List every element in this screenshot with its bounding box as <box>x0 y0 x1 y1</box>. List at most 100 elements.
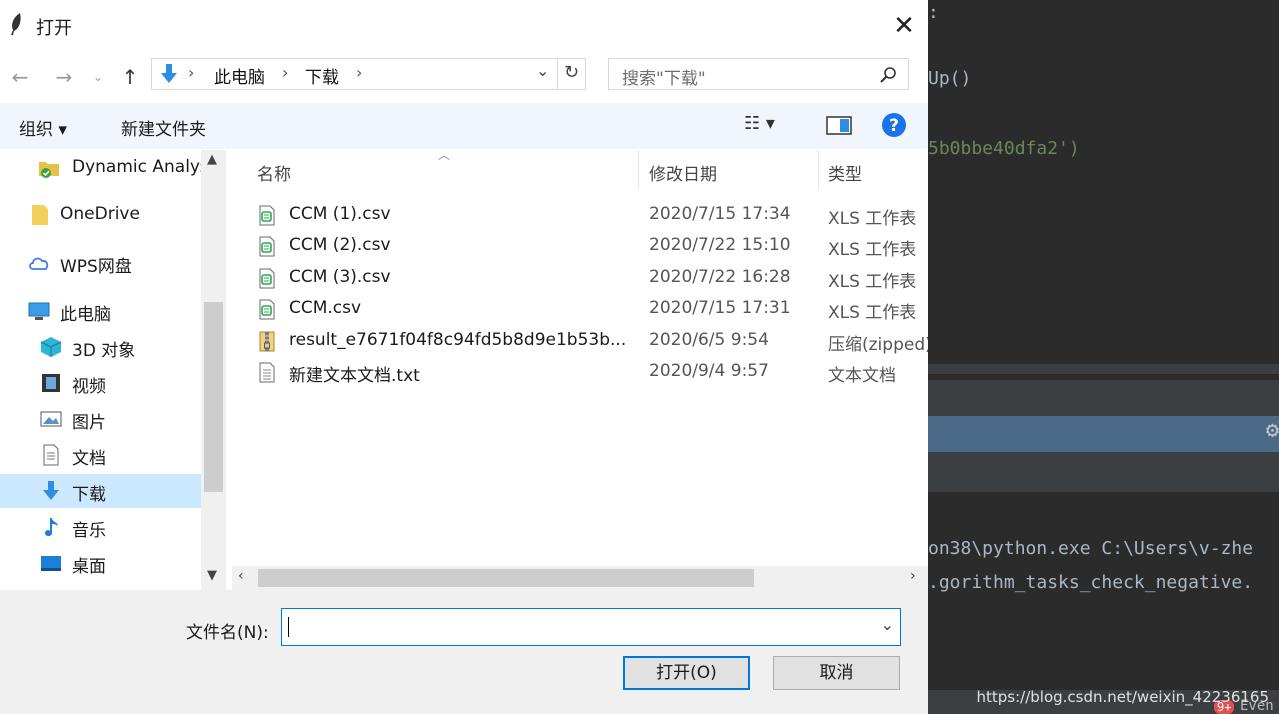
folder-check-icon <box>39 162 59 178</box>
file-row[interactable]: CCM (3).csv 2020/7/22 16:28 XLS 工作表 <box>232 263 928 294</box>
column-header-date[interactable]: 修改日期 <box>649 160 717 185</box>
nav-item-label: Dynamic Analy: <box>72 157 205 177</box>
folder-icon <box>32 205 48 225</box>
file-row[interactable]: CCM (2).csv 2020/7/22 15:10 XLS 工作表 <box>232 231 928 262</box>
document-icon <box>43 444 59 466</box>
breadcrumb-chevron-icon: › <box>188 63 195 82</box>
close-button[interactable]: ✕ <box>880 6 928 46</box>
file-row[interactable]: result_e7671f04f8c94fd5b8d9e1b53b... 202… <box>232 326 928 357</box>
file-row[interactable]: CCM.csv 2020/7/15 17:31 XLS 工作表 <box>232 294 928 325</box>
watermark-url: https://blog.csdn.net/weixin_42236165 <box>976 688 1269 706</box>
file-name: CCM (1).csv <box>289 204 391 224</box>
csv-file-icon <box>259 299 275 320</box>
search-box[interactable]: 搜索"下载" <box>608 58 909 90</box>
breadcrumb-chevron-icon: › <box>356 63 363 82</box>
nav-item-3d-objects[interactable]: 3D 对象 <box>0 330 201 364</box>
nav-item-label: 此电脑 <box>60 305 111 325</box>
recent-locations-button[interactable]: ⌄ <box>88 66 108 88</box>
scroll-right-icon[interactable]: › <box>910 568 916 584</box>
file-row[interactable]: CCM (1).csv 2020/7/15 17:34 XLS 工作表 <box>232 200 928 231</box>
scrollbar-thumb[interactable] <box>204 302 223 492</box>
forward-button[interactable]: → <box>52 66 76 88</box>
cube-icon <box>40 337 62 357</box>
preview-pane-icon[interactable] <box>826 115 852 137</box>
file-date: 2020/9/4 9:57 <box>649 361 769 381</box>
zip-file-icon <box>259 331 275 352</box>
nav-item-this-pc[interactable]: 此电脑 <box>0 294 201 328</box>
open-file-dialog: 打开 ✕ ← → ⌄ ↑ › 此电脑 › 下载 › ⌄ ↻ 搜索"下载" 组织 … <box>0 0 928 714</box>
breadcrumb-downloads[interactable]: 下载 <box>305 63 339 88</box>
nav-item-downloads[interactable]: 下载 <box>0 474 201 508</box>
nav-item-dynamic-analysis[interactable]: Dynamic Analy: <box>0 151 205 185</box>
file-name: CCM (2).csv <box>289 235 391 255</box>
nav-item-label: OneDrive <box>60 204 140 224</box>
code-line: Up() <box>928 68 972 89</box>
help-icon[interactable]: ? <box>881 112 907 138</box>
code-line: : <box>928 2 939 23</box>
cancel-button[interactable]: 取消 <box>773 656 900 690</box>
view-options-icon[interactable]: ☷ ▾ <box>744 113 775 134</box>
column-divider[interactable] <box>818 150 819 190</box>
nav-item-videos[interactable]: 视频 <box>0 366 201 400</box>
file-name: result_e7671f04f8c94fd5b8d9e1b53b... <box>289 330 625 350</box>
refresh-icon[interactable]: ↻ <box>564 62 579 83</box>
file-date: 2020/7/15 17:34 <box>649 204 791 224</box>
breadcrumb-this-pc[interactable]: 此电脑 <box>214 63 265 88</box>
close-icon: ✕ <box>893 11 915 41</box>
nav-item-pictures[interactable]: 图片 <box>0 402 201 436</box>
new-folder-button[interactable]: 新建文件夹 <box>121 115 206 140</box>
navigation-scrollbar[interactable]: ▲ ▼ <box>201 150 226 590</box>
panel-header <box>928 380 1279 416</box>
nav-item-label: 视频 <box>72 377 106 397</box>
back-button[interactable]: ← <box>8 66 32 88</box>
nav-item-documents[interactable]: 文档 <box>0 438 201 472</box>
nav-item-onedrive[interactable]: OneDrive <box>0 198 201 232</box>
arrow-right-icon: → <box>55 65 73 89</box>
file-type: 压缩(zipped) <box>828 335 928 355</box>
scroll-left-icon[interactable]: ‹ <box>238 568 244 584</box>
gear-icon[interactable]: ⚙ <box>1266 418 1279 443</box>
nav-item-wps-drive[interactable]: WPS网盘 <box>0 246 201 280</box>
up-button[interactable]: ↑ <box>118 66 142 88</box>
filename-field[interactable]: ⌄ <box>281 608 901 646</box>
scroll-up-icon[interactable]: ▲ <box>207 152 217 167</box>
background-ide: : Up() 5b0bbe40dfa2') ⚙ on38\python.exe … <box>928 0 1279 714</box>
address-bar[interactable]: › 此电脑 › 下载 › ⌄ ↻ <box>151 58 586 90</box>
panel-toolbar <box>928 452 1279 492</box>
dialog-footer: 文件名(N): ⌄ 打开(O) 取消 <box>0 590 928 714</box>
download-icon <box>43 481 59 500</box>
csv-file-icon <box>259 205 275 226</box>
file-row[interactable]: 新建文本文档.txt 2020/9/4 9:57 文本文档 <box>232 357 928 388</box>
divider <box>557 59 558 89</box>
nav-item-music[interactable]: 音乐 <box>0 510 201 544</box>
column-header-name[interactable]: 名称 <box>257 160 291 185</box>
file-type: XLS 工作表 <box>828 209 917 229</box>
text-caret <box>288 617 289 637</box>
nav-item-label: 音乐 <box>72 521 106 541</box>
search-icon[interactable] <box>879 66 897 84</box>
column-header-type[interactable]: 类型 <box>828 160 862 185</box>
nav-item-label: 3D 对象 <box>72 341 136 361</box>
scrollbar-thumb[interactable] <box>258 569 754 587</box>
command-bar: 组织 ▾ 新建文件夹 ☷ ▾ ? <box>0 103 928 149</box>
video-icon <box>42 374 60 392</box>
nav-item-desktop[interactable]: 桌面 <box>0 546 201 580</box>
column-divider[interactable] <box>638 150 639 190</box>
txt-file-icon <box>259 362 275 383</box>
open-button[interactable]: 打开(O) <box>623 656 750 690</box>
address-dropdown-icon[interactable]: ⌄ <box>536 61 549 80</box>
file-list-scrollbar[interactable]: ‹ › <box>232 566 928 590</box>
scroll-down-icon[interactable]: ▼ <box>207 568 217 583</box>
search-placeholder: 搜索"下载" <box>622 69 706 89</box>
svg-text:?: ? <box>889 116 899 136</box>
code-line: 5b0bbe40dfa2') <box>928 138 1080 159</box>
file-date: 2020/7/22 15:10 <box>649 235 791 255</box>
nav-item-label: WPS网盘 <box>60 257 132 277</box>
file-type: 文本文档 <box>828 366 896 386</box>
chevron-down-icon[interactable]: ⌄ <box>881 615 894 634</box>
arrow-left-icon: ← <box>11 65 29 89</box>
file-date: 2020/7/15 17:31 <box>649 298 791 318</box>
organize-button[interactable]: 组织 ▾ <box>19 115 67 140</box>
download-icon <box>161 64 177 83</box>
csv-file-icon <box>259 268 275 289</box>
